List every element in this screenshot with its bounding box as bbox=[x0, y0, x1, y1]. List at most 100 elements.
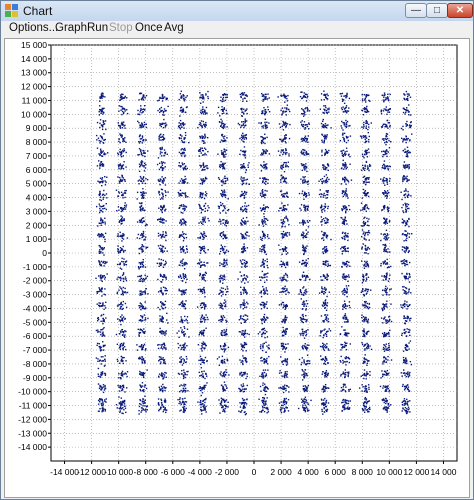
data-point bbox=[159, 151, 162, 153]
data-point bbox=[202, 106, 204, 108]
data-point bbox=[157, 347, 160, 350]
data-point bbox=[121, 304, 124, 306]
data-point bbox=[263, 249, 265, 251]
data-point bbox=[321, 141, 324, 143]
menu-avg[interactable]: Avg bbox=[164, 22, 184, 34]
data-point bbox=[260, 344, 262, 346]
data-point bbox=[259, 194, 262, 196]
data-point bbox=[240, 124, 243, 127]
data-point bbox=[199, 389, 202, 392]
data-point bbox=[158, 137, 160, 140]
data-point bbox=[101, 372, 104, 375]
data-point bbox=[179, 180, 182, 182]
data-point bbox=[95, 329, 98, 332]
data-point bbox=[281, 375, 283, 377]
data-point bbox=[160, 139, 162, 141]
data-point bbox=[300, 298, 302, 300]
data-point bbox=[141, 196, 144, 198]
data-point bbox=[302, 152, 304, 154]
data-point bbox=[264, 113, 266, 116]
data-point bbox=[307, 403, 310, 405]
data-point bbox=[97, 375, 100, 378]
data-point bbox=[115, 333, 118, 336]
data-point bbox=[164, 300, 167, 303]
data-point bbox=[262, 376, 264, 378]
data-point bbox=[308, 360, 311, 362]
data-point bbox=[182, 124, 185, 127]
data-point bbox=[136, 237, 138, 239]
data-point bbox=[178, 336, 180, 339]
data-point bbox=[266, 293, 269, 295]
menu-options[interactable]: Options... bbox=[9, 22, 58, 34]
data-point bbox=[144, 152, 146, 154]
data-point bbox=[225, 260, 227, 262]
data-point bbox=[300, 163, 303, 165]
data-point bbox=[204, 343, 206, 345]
data-point bbox=[161, 315, 163, 318]
data-point bbox=[309, 278, 311, 281]
data-point bbox=[202, 136, 204, 138]
data-point bbox=[201, 330, 203, 332]
data-point bbox=[241, 333, 243, 336]
data-point bbox=[303, 359, 305, 361]
data-point bbox=[284, 161, 286, 164]
data-point bbox=[163, 114, 165, 116]
data-point bbox=[119, 133, 121, 135]
data-point bbox=[120, 156, 123, 158]
data-point bbox=[139, 263, 142, 265]
menu-graph[interactable]: Graph bbox=[55, 22, 87, 34]
data-point bbox=[205, 191, 207, 193]
data-point bbox=[263, 288, 265, 290]
data-point bbox=[164, 177, 167, 179]
data-point bbox=[139, 237, 141, 240]
data-point bbox=[284, 266, 287, 269]
data-point bbox=[147, 317, 149, 320]
data-point bbox=[206, 316, 209, 319]
data-point bbox=[258, 122, 260, 124]
data-point bbox=[100, 181, 102, 183]
data-point bbox=[185, 233, 187, 236]
menu-once[interactable]: Once bbox=[135, 22, 163, 34]
data-point bbox=[143, 166, 145, 168]
chart-area: 15 000 14 000 13 000 12 000 11 000 10 000 9 00… bbox=[4, 38, 470, 498]
data-point bbox=[143, 105, 146, 107]
data-point bbox=[122, 155, 124, 157]
data-point bbox=[99, 375, 101, 378]
data-point bbox=[285, 149, 287, 152]
data-point bbox=[244, 166, 246, 169]
data-point bbox=[246, 375, 248, 378]
data-point bbox=[117, 233, 119, 235]
menu-run[interactable]: Run bbox=[87, 22, 108, 34]
x-tick-label: -2 000 bbox=[215, 467, 239, 477]
data-point bbox=[242, 279, 244, 282]
maximize-button[interactable]: □ bbox=[426, 3, 448, 18]
data-point bbox=[161, 387, 164, 390]
title-bar[interactable]: Chart — □ ✕ bbox=[1, 1, 473, 22]
data-point bbox=[99, 109, 102, 111]
data-point bbox=[162, 410, 164, 413]
data-point bbox=[246, 205, 248, 207]
data-point bbox=[283, 195, 286, 198]
data-point bbox=[222, 334, 224, 337]
minimize-button[interactable]: — bbox=[405, 3, 427, 18]
close-button[interactable]: ✕ bbox=[447, 3, 473, 18]
data-point bbox=[281, 320, 283, 323]
data-point bbox=[225, 235, 227, 237]
data-point bbox=[141, 197, 143, 199]
data-point bbox=[264, 133, 266, 135]
data-point bbox=[284, 333, 286, 335]
data-point bbox=[99, 249, 101, 251]
data-point bbox=[184, 252, 187, 254]
data-point bbox=[301, 357, 304, 359]
data-point bbox=[203, 291, 206, 293]
data-point bbox=[243, 134, 245, 137]
data-point bbox=[200, 123, 202, 125]
data-point bbox=[145, 307, 147, 309]
data-point bbox=[324, 123, 327, 125]
data-point bbox=[242, 136, 245, 138]
data-point bbox=[240, 167, 242, 169]
data-point bbox=[101, 280, 103, 283]
data-point bbox=[139, 384, 141, 386]
data-point bbox=[303, 337, 306, 339]
data-point bbox=[138, 403, 141, 405]
